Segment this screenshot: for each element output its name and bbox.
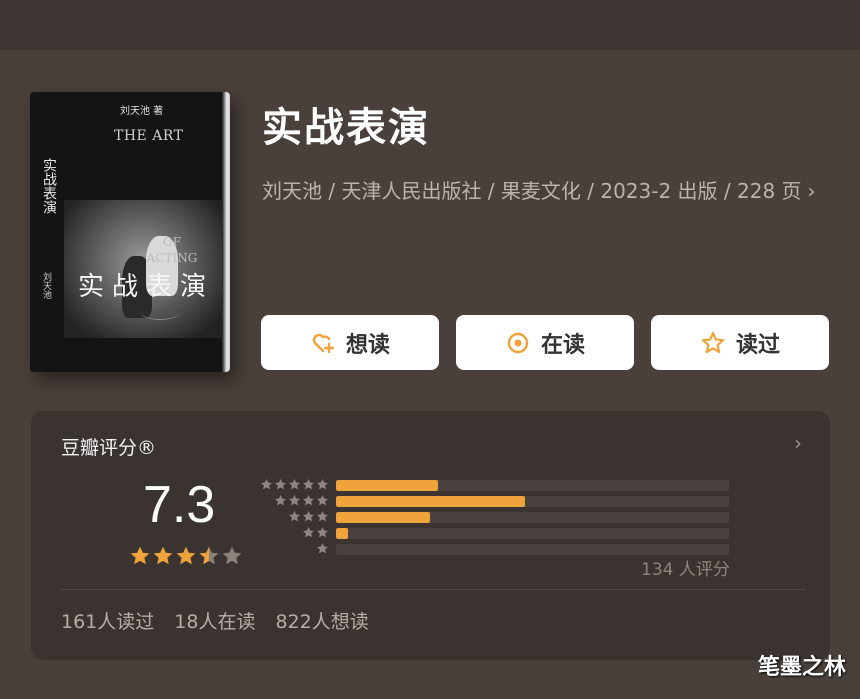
book-cover[interactable]: 刘天池 著 THE ART OF ACTING 实战表演 刘天池 实战表演	[30, 92, 230, 372]
star-level-2	[302, 526, 329, 539]
star-icon	[176, 546, 196, 565]
book-title: 实战表演	[262, 105, 430, 151]
rating-bar-2	[336, 528, 729, 539]
star-icon	[288, 494, 301, 506]
rating-bar-fill-3	[336, 512, 431, 523]
star-level-5	[260, 478, 329, 491]
divider	[61, 589, 806, 590]
stat-read[interactable]: 161人读过	[61, 607, 154, 634]
star-icon	[316, 526, 329, 538]
star-icon	[130, 546, 150, 565]
star-icon	[302, 494, 315, 506]
star-level-4	[274, 494, 329, 507]
star-icon	[302, 478, 315, 490]
rating-count: 134 人评分	[641, 560, 730, 580]
star-icon	[222, 546, 242, 565]
star-icon	[274, 478, 287, 490]
cover-english-title-2: OF ACTING	[146, 235, 198, 265]
book-meta-text: 刘天池 / 天津人民出版社 / 果麦文化 / 2023-2 出版 / 228 页	[262, 179, 802, 203]
star-level-3	[288, 510, 329, 523]
have-read-button[interactable]: 读过	[651, 315, 829, 370]
star-icon	[199, 546, 219, 565]
heart-plus-icon	[310, 330, 336, 356]
star-icon	[302, 510, 315, 522]
reading-label: 在读	[540, 332, 585, 358]
rating-bar-3	[336, 512, 729, 523]
reading-button[interactable]: 在读	[456, 315, 634, 370]
cover-vertical-author: 刘天池	[41, 272, 51, 299]
reader-stats: 161人读过 18人在读 822人想读	[61, 607, 369, 634]
star-level-1	[316, 542, 329, 555]
stat-reading[interactable]: 18人在读	[174, 607, 255, 634]
circle-dot-icon	[505, 330, 531, 356]
star-level-labels	[253, 478, 329, 558]
top-bar	[0, 0, 860, 50]
chevron-right-icon: ›	[807, 179, 816, 203]
rating-bar-1	[336, 544, 729, 555]
star-icon	[302, 526, 315, 538]
rating-bar-4	[336, 496, 729, 507]
star-icon	[288, 510, 301, 522]
have-read-label: 读过	[735, 332, 780, 358]
cover-vertical-title: 实战表演	[41, 158, 57, 214]
star-icon	[316, 478, 329, 490]
average-stars	[129, 545, 243, 567]
cover-author: 刘天池 著	[120, 106, 164, 117]
rating-bar-fill-2	[336, 528, 348, 539]
stat-want[interactable]: 822人想读	[275, 607, 368, 634]
star-outline-icon	[700, 330, 726, 356]
cover-chinese-title: 实战表演	[78, 272, 215, 302]
cover-signature	[140, 304, 180, 320]
want-to-read-button[interactable]: 想读	[261, 315, 439, 370]
cover-english-title: THE ART	[114, 128, 184, 144]
star-icon	[153, 546, 173, 565]
cover-page-edge	[222, 92, 230, 372]
star-icon	[260, 478, 273, 490]
rating-bar-fill-5	[336, 480, 439, 491]
star-icon	[316, 542, 329, 554]
star-icon	[316, 494, 329, 506]
book-meta[interactable]: 刘天池 / 天津人民出版社 / 果麦文化 / 2023-2 出版 / 228 页…	[262, 172, 822, 210]
star-icon	[288, 478, 301, 490]
star-icon	[274, 494, 287, 506]
chevron-right-icon[interactable]: ›	[794, 431, 802, 455]
rating-title: 豆瓣评分®	[61, 437, 157, 459]
star-icon	[316, 510, 329, 522]
rating-bar-5	[336, 480, 729, 491]
rating-bar-fill-4	[336, 496, 525, 507]
rating-card[interactable]: 豆瓣评分® › 7.3 134 人评分 161人读过 18人在读 822人想读	[31, 411, 830, 660]
rating-score: 7.3	[143, 476, 216, 534]
watermark: 笔墨之林	[757, 655, 846, 680]
want-to-read-label: 想读	[345, 332, 390, 358]
